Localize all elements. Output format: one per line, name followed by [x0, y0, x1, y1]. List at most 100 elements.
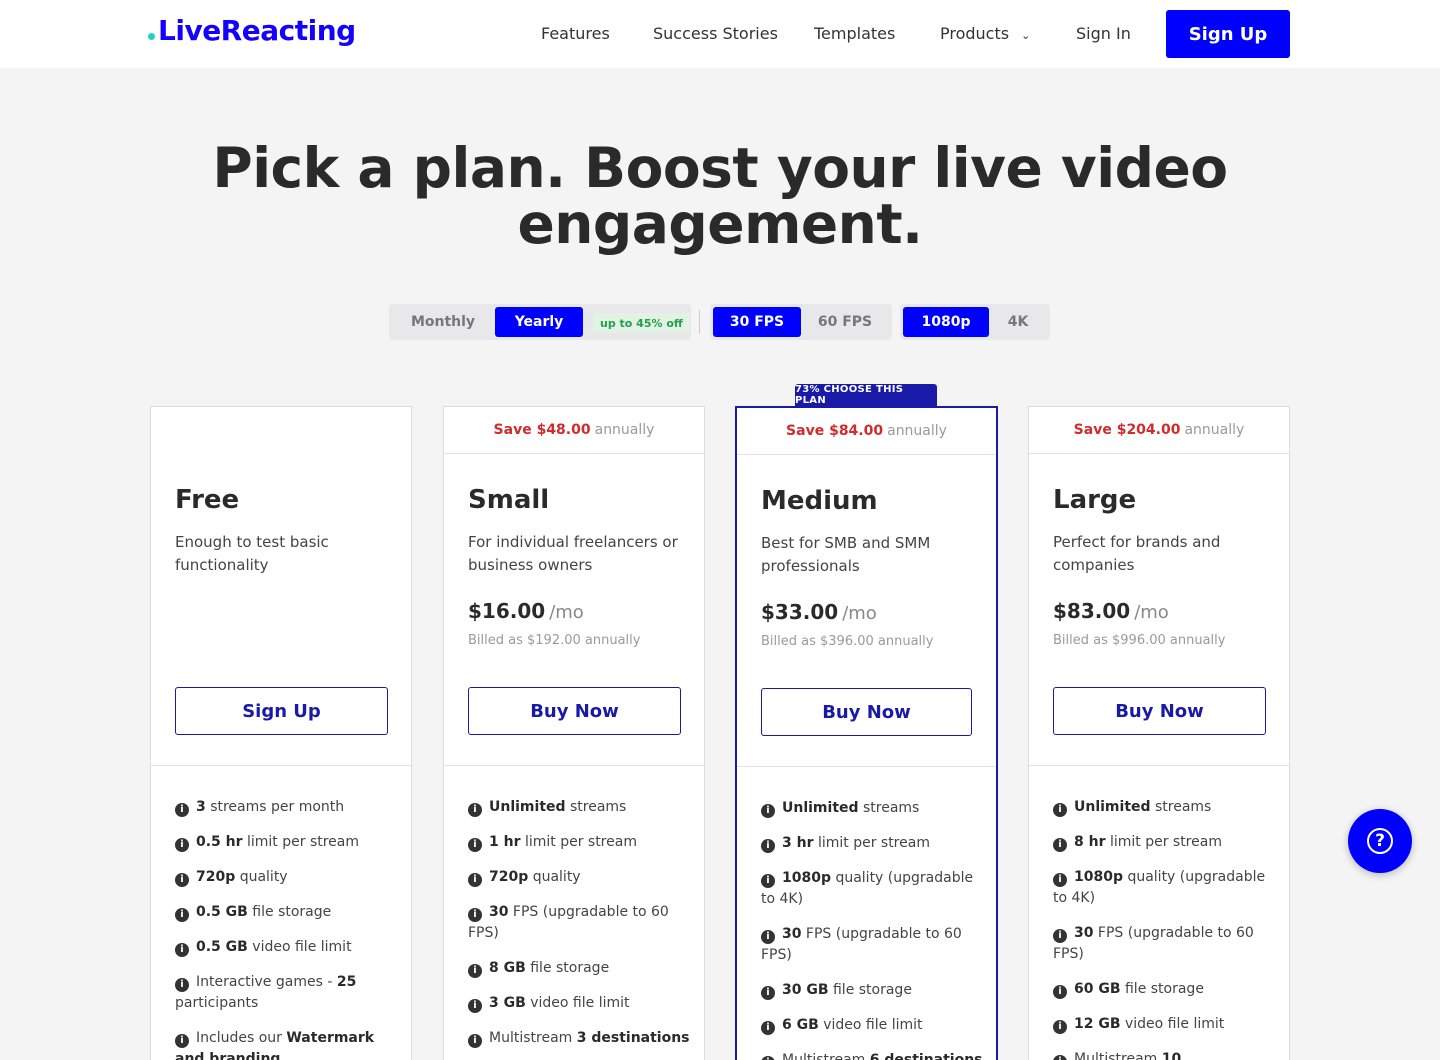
buy-now-small-button[interactable]: Buy Now [468, 687, 681, 735]
feature-highlight: 3 destinations [576, 1030, 690, 1046]
feature-text: video file limit [1120, 1016, 1225, 1032]
info-icon[interactable]: i [761, 985, 775, 1000]
nav-sign-in[interactable]: Sign In [1076, 24, 1131, 43]
billed-annually: Billed as $192.00 annually [468, 633, 641, 648]
plan-description: Perfect for brands and companies [1053, 533, 1221, 574]
feature-text: limit per stream [1105, 834, 1222, 850]
feature-highlight: 8 hr [1074, 834, 1106, 850]
toggle-1080p[interactable]: 1080p [903, 307, 989, 337]
feature-item: i 0.5 GB video file limit [175, 937, 399, 958]
savings-bar: Save $204.00 annually [1029, 407, 1289, 454]
info-icon[interactable]: i [1053, 837, 1067, 852]
sign-up-button[interactable]: Sign Up [1166, 10, 1290, 58]
info-icon[interactable]: i [1053, 802, 1067, 817]
feature-highlight: 1080p [1074, 869, 1123, 885]
info-icon[interactable]: i [761, 838, 775, 853]
savings-period: annually [887, 423, 947, 439]
nav-success-stories[interactable]: Success Stories [653, 24, 778, 43]
info-icon[interactable]: i [175, 1033, 189, 1048]
feature-highlight: 0.5 hr [196, 834, 243, 850]
info-icon[interactable]: i [1053, 1019, 1067, 1034]
billed-annually: Billed as $396.00 annually [761, 634, 934, 649]
feature-list: i Unlimited streams i 8 hr limit per stream… [1053, 797, 1277, 1060]
toggle-30fps[interactable]: 30 FPS [713, 307, 801, 337]
info-icon[interactable]: i [761, 1055, 775, 1060]
info-icon[interactable]: i [1053, 928, 1067, 943]
feature-text: file storage [1120, 981, 1204, 997]
feature-item: i 12 GB video file limit [1053, 1014, 1277, 1035]
info-icon[interactable]: i [468, 837, 482, 852]
feature-text: video file limit [525, 995, 630, 1011]
feature-item: i 6 GB video file limit [761, 1015, 985, 1036]
feature-text: Includes our [196, 1030, 287, 1046]
info-icon[interactable]: i [468, 872, 482, 887]
feature-text: video file limit [818, 1017, 923, 1033]
plan-name: Small [468, 485, 550, 515]
feature-item: i 3 hr limit per stream [761, 833, 985, 854]
info-icon[interactable]: i [468, 802, 482, 817]
feature-item: i Multistream 3 destinations [468, 1028, 692, 1049]
plan-name: Free [175, 485, 240, 515]
info-icon[interactable]: i [761, 803, 775, 818]
feature-text: streams per month [205, 799, 345, 815]
feature-highlight: 720p [196, 869, 236, 885]
buy-now-medium-button[interactable]: Buy Now [761, 688, 972, 736]
info-icon[interactable]: i [1053, 872, 1067, 887]
question-icon: ? [1367, 828, 1393, 854]
price-amount: $33.00 [761, 600, 839, 624]
info-icon[interactable]: i [1053, 1054, 1067, 1060]
feature-highlight: 3 [196, 799, 206, 815]
info-icon[interactable]: i [761, 929, 775, 944]
help-button[interactable]: ? [1348, 809, 1412, 873]
toggle-yearly[interactable]: Yearly [495, 307, 583, 337]
card-divider [1029, 765, 1289, 766]
feature-highlight: 12 GB [1074, 1016, 1121, 1032]
toggle-4k[interactable]: 4K [989, 307, 1047, 337]
feature-item: i 0.5 GB file storage [175, 902, 399, 923]
feature-list: i Unlimited streams i 3 hr limit per stream… [761, 798, 985, 1060]
nav-features[interactable]: Features [541, 24, 610, 43]
billed-annually: Billed as $996.00 annually [1053, 633, 1226, 648]
info-icon[interactable]: i [468, 1033, 482, 1048]
feature-item: i Unlimited streams [761, 798, 985, 819]
savings-period: annually [1184, 422, 1245, 438]
sign-up-free-button[interactable]: Sign Up [175, 687, 388, 735]
toggle-60fps[interactable]: 60 FPS [801, 307, 889, 337]
savings-amount: Save $48.00 [493, 422, 591, 438]
feature-text: Multistream [782, 1052, 870, 1060]
plan-price: $33.00/mo [761, 600, 877, 624]
nav-templates[interactable]: Templates [814, 24, 895, 43]
card-divider [444, 765, 704, 766]
info-icon[interactable]: i [1053, 984, 1067, 999]
info-icon[interactable]: i [468, 998, 482, 1013]
info-icon[interactable]: i [175, 907, 189, 922]
feature-highlight: 30 [489, 904, 509, 920]
info-icon[interactable]: i [175, 977, 189, 992]
feature-highlight: 60 GB [1074, 981, 1121, 997]
toggle-monthly[interactable]: Monthly [399, 307, 487, 337]
buy-now-large-button[interactable]: Buy Now [1053, 687, 1266, 735]
info-icon[interactable]: i [761, 1020, 775, 1035]
feature-highlight: 30 [782, 926, 802, 942]
feature-text: streams [858, 800, 920, 816]
feature-text: Multistream [1074, 1051, 1162, 1060]
info-icon[interactable]: i [175, 837, 189, 852]
feature-item: i3 streams per month [175, 797, 399, 818]
feature-text: participants [175, 995, 259, 1011]
feature-item: i 1080p quality (upgradable to 4K) [1053, 867, 1277, 909]
info-icon[interactable]: i [175, 872, 189, 887]
logo[interactable]: LiveReacting [148, 14, 356, 47]
feature-highlight: 1080p [782, 870, 831, 886]
fps-toggle: 30 FPS 60 FPS [710, 304, 892, 340]
info-icon[interactable]: i [175, 802, 189, 817]
nav-products[interactable]: Products ⌄ [940, 24, 1030, 43]
logo-dot-icon [148, 33, 155, 40]
info-icon[interactable]: i [468, 963, 482, 978]
feature-text: streams [1150, 799, 1212, 815]
info-icon[interactable]: i [175, 942, 189, 957]
feature-highlight: 25 [336, 974, 357, 990]
info-icon[interactable]: i [761, 873, 775, 888]
feature-text: limit per stream [242, 834, 360, 850]
info-icon[interactable]: i [468, 907, 482, 922]
feature-highlight: 720p [489, 869, 529, 885]
